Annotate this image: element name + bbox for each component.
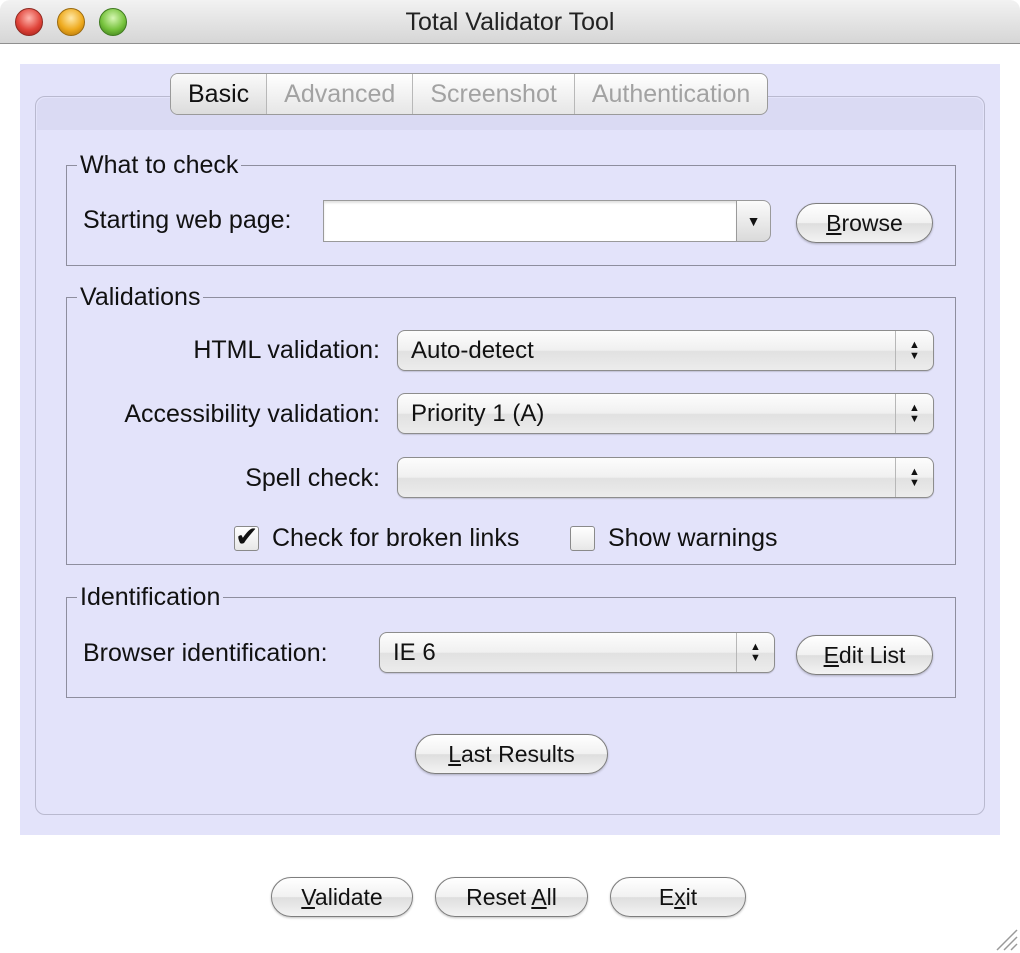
accessibility-validation-label: Accessibility validation: bbox=[124, 400, 380, 428]
html-validation-label: HTML validation: bbox=[193, 336, 380, 364]
browser-identification-label: Browser identification: bbox=[83, 639, 328, 667]
validate-button[interactable]: Validate bbox=[271, 877, 413, 917]
resize-grip-icon[interactable] bbox=[992, 925, 1018, 951]
accessibility-validation-select[interactable]: Priority 1 (A) ▲ ▼ bbox=[397, 393, 934, 434]
window-title: Total Validator Tool bbox=[405, 8, 615, 36]
what-to-check-legend: What to check bbox=[77, 149, 242, 181]
starting-page-label: Starting web page: bbox=[83, 206, 292, 234]
stepper-arrows-icon: ▲ ▼ bbox=[736, 633, 774, 672]
spell-check-select[interactable]: ▲ ▼ bbox=[397, 457, 934, 498]
identification-legend: Identification bbox=[77, 581, 224, 613]
validations-legend: Validations bbox=[77, 281, 204, 313]
tab-content: What to check Starting web page: ▼ Brows… bbox=[35, 96, 985, 815]
exit-button[interactable]: Exit bbox=[610, 877, 746, 917]
main-panel: What to check Starting web page: ▼ Brows… bbox=[20, 64, 1000, 835]
title-bar: Total Validator Tool bbox=[0, 0, 1020, 44]
stepper-arrows-icon: ▲ ▼ bbox=[895, 331, 933, 370]
spell-check-label: Spell check: bbox=[245, 464, 380, 492]
tab-authentication[interactable]: Authentication bbox=[573, 74, 767, 114]
browser-identification-select[interactable]: IE 6 ▲ ▼ bbox=[379, 632, 775, 673]
stepper-arrows-icon: ▲ ▼ bbox=[895, 458, 933, 497]
stepper-arrows-icon: ▲ ▼ bbox=[895, 394, 933, 433]
tab-screenshot[interactable]: Screenshot bbox=[412, 74, 573, 114]
tab-bar: Basic Advanced Screenshot Authentication bbox=[170, 73, 769, 115]
checkmark-icon: ✔ bbox=[235, 521, 259, 552]
validations-group: Validations HTML validation: Auto-detect… bbox=[66, 281, 956, 565]
broken-links-checkbox[interactable]: ✔ bbox=[234, 523, 259, 551]
broken-links-label: Check for broken links bbox=[272, 524, 520, 552]
last-results-button[interactable]: Last Results bbox=[415, 734, 608, 774]
tab-advanced[interactable]: Advanced bbox=[266, 74, 412, 114]
what-to-check-group: What to check Starting web page: ▼ Brows… bbox=[66, 149, 956, 266]
identification-group: Identification Browser identification: I… bbox=[66, 581, 956, 698]
tab-basic[interactable]: Basic bbox=[171, 74, 267, 114]
edit-list-button[interactable]: Edit List bbox=[796, 635, 933, 675]
starting-page-dropdown-button[interactable]: ▼ bbox=[736, 200, 771, 242]
show-warnings-checkbox[interactable] bbox=[570, 526, 595, 551]
browse-button[interactable]: Browse bbox=[796, 203, 933, 243]
chevron-down-icon: ▼ bbox=[746, 213, 761, 229]
html-validation-select[interactable]: Auto-detect ▲ ▼ bbox=[397, 330, 934, 371]
show-warnings-label: Show warnings bbox=[608, 524, 778, 552]
starting-page-input[interactable] bbox=[323, 200, 738, 242]
reset-all-button[interactable]: Reset All bbox=[435, 877, 588, 917]
